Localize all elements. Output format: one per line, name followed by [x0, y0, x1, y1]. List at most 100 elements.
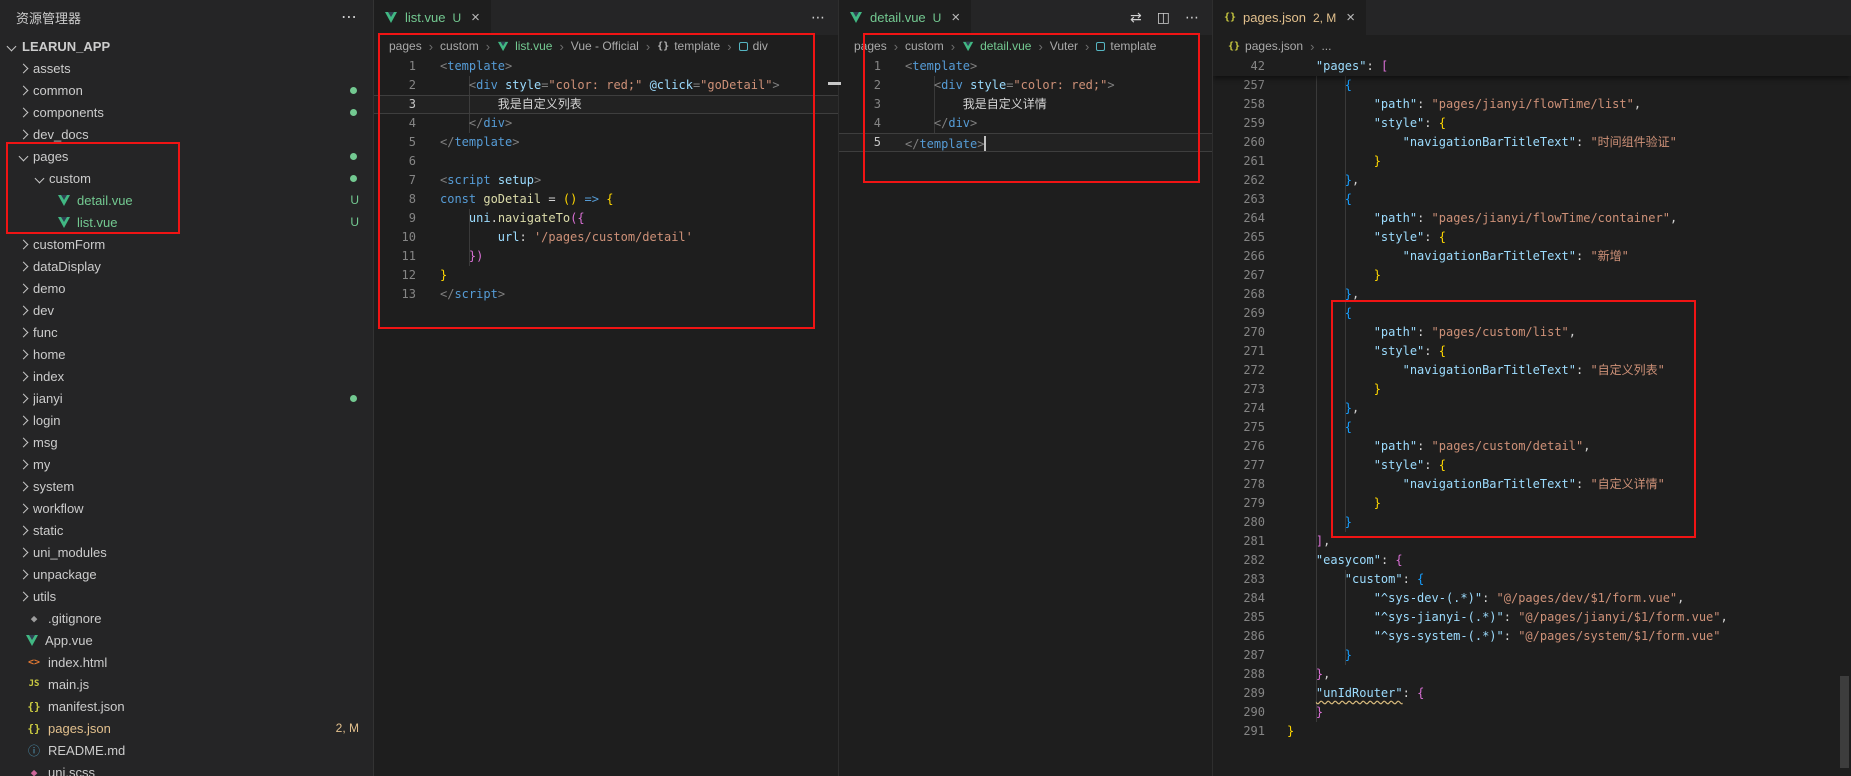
code-line[interactable]: 283 "custom": { [1213, 570, 1851, 589]
split-editor-icon[interactable]: ◫ [1157, 9, 1170, 26]
code-line[interactable]: 289 "unIdRouter": { [1213, 684, 1851, 703]
code-line[interactable]: 13</script> [374, 285, 838, 304]
tree-file-detail.vue[interactable]: detail.vueU [0, 189, 373, 211]
chevron-right-icon[interactable] [19, 239, 29, 249]
code-line[interactable]: 260 "navigationBarTitleText": "时间组件验证" [1213, 133, 1851, 152]
tree-folder-login[interactable]: login [0, 409, 373, 431]
code-line[interactable]: 267 } [1213, 266, 1851, 285]
code-line[interactable]: 277 "style": { [1213, 456, 1851, 475]
sticky-scroll-line[interactable]: 42 "pages": [ [1213, 57, 1851, 76]
code-line[interactable]: 269 { [1213, 304, 1851, 323]
tree-file-list.vue[interactable]: list.vueU [0, 211, 373, 233]
scrollbar-thumb[interactable] [1840, 676, 1849, 768]
chevron-right-icon[interactable] [19, 327, 29, 337]
code-line[interactable]: 276 "path": "pages/custom/detail", [1213, 437, 1851, 456]
code-line[interactable]: 273 } [1213, 380, 1851, 399]
chevron-right-icon[interactable] [19, 107, 29, 117]
tree-folder-demo[interactable]: demo [0, 277, 373, 299]
code-line[interactable]: 2 <div style="color: red;"> [839, 76, 1212, 95]
tree-folder-home[interactable]: home [0, 343, 373, 365]
chevron-right-icon[interactable] [19, 261, 29, 271]
tree-file-index.html[interactable]: index.html [0, 651, 373, 673]
code-line[interactable]: 5</template> [839, 133, 1212, 152]
code-line[interactable]: 272 "navigationBarTitleText": "自定义列表" [1213, 361, 1851, 380]
tree-folder-custom[interactable]: custom [0, 167, 373, 189]
breadcrumb-item[interactable]: pages [854, 39, 887, 53]
more-actions-icon[interactable]: ⋯ [811, 9, 825, 26]
code-line[interactable]: 9 uni.navigateTo({ [374, 209, 838, 228]
code-line[interactable]: 278 "navigationBarTitleText": "自定义详情" [1213, 475, 1851, 494]
code-line[interactable]: 281 ], [1213, 532, 1851, 551]
chevron-right-icon[interactable] [19, 415, 29, 425]
code-line[interactable]: 3 我是自定义列表 [374, 95, 838, 114]
chevron-right-icon[interactable] [19, 481, 29, 491]
breadcrumb-item[interactable]: Vue - Official [571, 39, 639, 53]
tab-pages-json[interactable]: {} pages.json 2, M × [1213, 0, 1366, 35]
code-line[interactable]: 7<script setup> [374, 171, 838, 190]
tree-folder-customForm[interactable]: customForm [0, 233, 373, 255]
close-icon[interactable]: × [1346, 10, 1355, 25]
code-line[interactable]: 288 }, [1213, 665, 1851, 684]
code-line[interactable]: 271 "style": { [1213, 342, 1851, 361]
code-line[interactable]: 261 } [1213, 152, 1851, 171]
chevron-right-icon[interactable] [19, 283, 29, 293]
breadcrumb-item[interactable]: detail.vue [962, 39, 1031, 53]
breadcrumb-item[interactable]: div [739, 39, 768, 53]
tree-folder-dev_docs[interactable]: dev_docs [0, 123, 373, 145]
code-line[interactable]: 12} [374, 266, 838, 285]
chevron-down-icon[interactable] [35, 173, 45, 183]
code-line[interactable]: 285 "^sys-jianyi-(.*)": "@/pages/jianyi/… [1213, 608, 1851, 627]
more-actions-icon[interactable]: ⋯ [1185, 9, 1199, 26]
code-line[interactable]: 4 </div> [839, 114, 1212, 133]
code-line[interactable]: 11 }) [374, 247, 838, 266]
tree-folder-dataDisplay[interactable]: dataDisplay [0, 255, 373, 277]
chevron-right-icon[interactable] [19, 305, 29, 315]
code-line[interactable]: 275 { [1213, 418, 1851, 437]
code-line[interactable]: 290 } [1213, 703, 1851, 722]
code-line[interactable]: 284 "^sys-dev-(.*)": "@/pages/dev/$1/for… [1213, 589, 1851, 608]
tree-file-manifest.json[interactable]: manifest.json [0, 695, 373, 717]
tree-file-README.md[interactable]: README.md [0, 739, 373, 761]
tree-folder-components[interactable]: components [0, 101, 373, 123]
breadcrumb-item[interactable]: custom [440, 39, 479, 53]
more-actions-icon[interactable]: ⋯ [341, 10, 357, 26]
code-line[interactable]: 4 </div> [374, 114, 838, 133]
tree-folder-common[interactable]: common [0, 79, 373, 101]
code-line[interactable]: 1<template> [839, 57, 1212, 76]
breadcrumb-item[interactable]: Vuter [1050, 39, 1078, 53]
tree-folder-msg[interactable]: msg [0, 431, 373, 453]
chevron-right-icon[interactable] [19, 503, 29, 513]
tab-detail-vue[interactable]: detail.vue U × [839, 0, 971, 35]
code-line[interactable]: 287 } [1213, 646, 1851, 665]
code-line[interactable]: 286 "^sys-system-(.*)": "@/pages/system/… [1213, 627, 1851, 646]
chevron-right-icon[interactable] [19, 129, 29, 139]
tree-folder-system[interactable]: system [0, 475, 373, 497]
tree-folder-dev[interactable]: dev [0, 299, 373, 321]
project-root-row[interactable]: LEARUN_APP [0, 35, 373, 57]
tree-folder-jianyi[interactable]: jianyi [0, 387, 373, 409]
tab-list-vue[interactable]: list.vue U × [374, 0, 491, 35]
chevron-right-icon[interactable] [19, 569, 29, 579]
tree-folder-utils[interactable]: utils [0, 585, 373, 607]
breadcrumb-item[interactable]: list.vue [497, 39, 552, 53]
tree-folder-assets[interactable]: assets [0, 57, 373, 79]
code-line[interactable]: 2 <div style="color: red;" @click="goDet… [374, 76, 838, 95]
code-line[interactable]: 257 { [1213, 76, 1851, 95]
code-line[interactable]: 266 "navigationBarTitleText": "新增" [1213, 247, 1851, 266]
code-line[interactable]: 264 "path": "pages/jianyi/flowTime/conta… [1213, 209, 1851, 228]
open-changes-icon[interactable]: ⇄ [1130, 9, 1142, 26]
tree-folder-pages[interactable]: pages [0, 145, 373, 167]
code-line[interactable]: 263 { [1213, 190, 1851, 209]
breadcrumb-item[interactable]: template [1096, 39, 1156, 53]
code-line[interactable]: 274 }, [1213, 399, 1851, 418]
chevron-right-icon[interactable] [19, 525, 29, 535]
tree-folder-uni_modules[interactable]: uni_modules [0, 541, 373, 563]
chevron-right-icon[interactable] [19, 85, 29, 95]
tree-folder-workflow[interactable]: workflow [0, 497, 373, 519]
tree-file-uni.scss[interactable]: uni.scss [0, 761, 373, 776]
chevron-right-icon[interactable] [19, 591, 29, 601]
chevron-right-icon[interactable] [19, 63, 29, 73]
breadcrumb-item[interactable]: pages [389, 39, 422, 53]
tree-folder-func[interactable]: func [0, 321, 373, 343]
tree-file-.gitignore[interactable]: .gitignore [0, 607, 373, 629]
